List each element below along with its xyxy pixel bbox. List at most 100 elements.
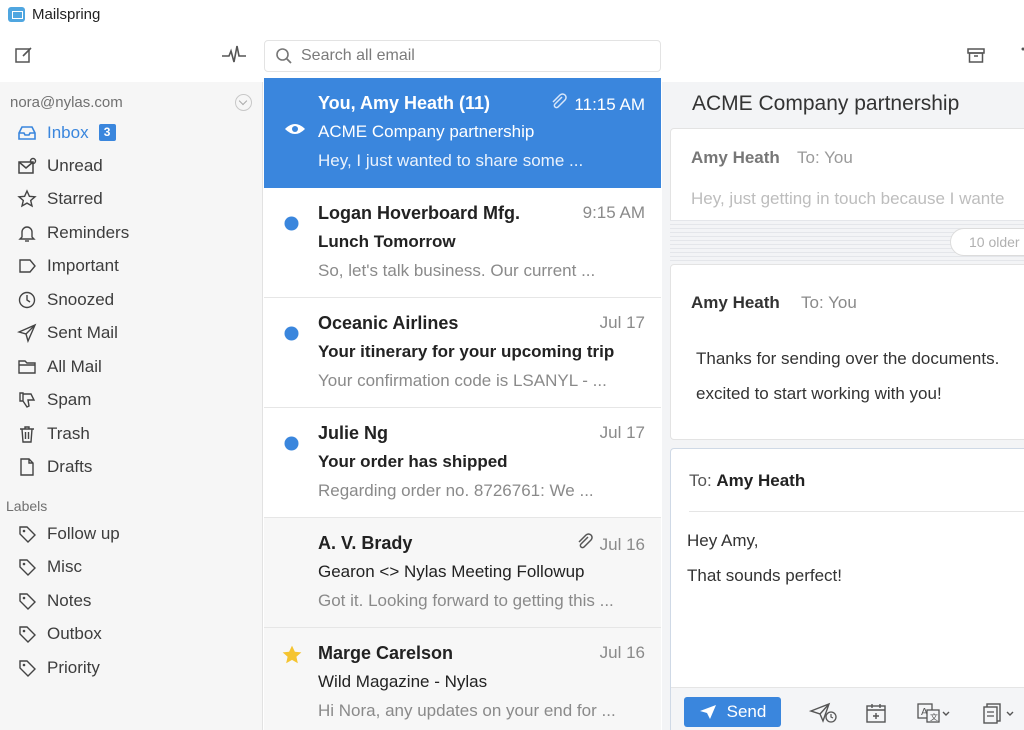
composer-body-line[interactable]: Hey Amy,	[687, 531, 758, 551]
paperclip-icon	[550, 93, 568, 116]
thread-row[interactable]: Julie Ng Jul 17 Your order has shipped R…	[264, 408, 661, 518]
templates-icon[interactable]	[982, 701, 1022, 725]
composer-to-field[interactable]: To: Amy Heath	[689, 471, 805, 491]
sidebar-item-spam[interactable]: Spam	[0, 383, 262, 416]
thread-snippet: Your confirmation code is LSANYL - ...	[318, 371, 607, 390]
sidebar-label-follow-up[interactable]: Follow up	[0, 517, 262, 550]
thread-sender: Oceanic Airlines	[318, 313, 459, 333]
thread-date: 11:15 AM	[550, 93, 645, 116]
thread-row[interactable]: Logan Hoverboard Mfg. 9:15 AM Lunch Tomo…	[264, 188, 661, 298]
message-preview: Hey, just getting in touch because I wan…	[691, 189, 1005, 208]
app-logo-icon	[8, 6, 25, 22]
recipient-token[interactable]: Amy Heath	[716, 471, 805, 490]
draft-icon	[16, 456, 38, 478]
sidebar-item-important[interactable]: Important	[0, 249, 262, 282]
star-icon	[16, 188, 38, 210]
reading-pane: ACME Company partnership Amy Heath To: Y…	[662, 82, 1024, 730]
collapse-chevron-icon[interactable]	[235, 94, 252, 111]
thread-date: Jul 17	[599, 423, 645, 442]
older-messages-button[interactable]: 10 older m	[950, 228, 1024, 256]
unread-icon	[16, 155, 38, 177]
sidebar-label-notes[interactable]: Notes	[0, 584, 262, 617]
thread-sender: You, Amy Heath (11)	[318, 93, 491, 113]
bell-icon	[16, 222, 38, 244]
composer-footer: Send A文	[671, 687, 1024, 730]
thread-date: Jul 17	[599, 313, 645, 332]
starred-icon[interactable]	[281, 644, 303, 666]
message-sender: Amy Heath	[691, 148, 780, 167]
thumbs-down-icon	[16, 389, 38, 411]
sidebar-label-misc[interactable]: Misc	[0, 550, 262, 583]
thread-sender: Marge Carelson	[318, 643, 454, 663]
thread-row-selected[interactable]: You, Amy Heath (11) 11:15 AM ACME Compan…	[264, 78, 661, 188]
tag-icon	[16, 590, 38, 612]
sidebar-item-label: Snoozed	[47, 289, 115, 309]
account-email: nora@nylas.com	[10, 94, 123, 111]
app-title: Mailspring	[32, 5, 101, 23]
sidebar-item-starred[interactable]: Starred	[0, 182, 262, 215]
collapsed-message[interactable]: Amy Heath To: You Hey, just getting in t…	[670, 128, 1024, 230]
paper-plane-icon	[16, 322, 38, 344]
sidebar-item-label: Trash	[47, 423, 90, 443]
sidebar-item-label: Inbox	[47, 122, 89, 142]
clock-icon	[16, 289, 38, 311]
important-tag-icon	[16, 255, 38, 277]
send-icon	[699, 705, 716, 719]
thread-row[interactable]: Oceanic Airlines Jul 17 Your itinerary f…	[264, 298, 661, 408]
thread-sender: Julie Ng	[318, 423, 389, 443]
sidebar-item-all-mail[interactable]: All Mail	[0, 350, 262, 383]
sidebar-item-unread[interactable]: Unread	[0, 149, 262, 182]
message-subject: ACME Company partnership	[692, 92, 960, 115]
message-recipient: To: You	[797, 148, 853, 167]
sidebar: nora@nylas.com Inbox 3 Unread Starred Re…	[0, 82, 263, 730]
sidebar-item-label: Unread	[47, 155, 103, 175]
search-input[interactable]	[301, 47, 641, 65]
sidebar-label-outbox[interactable]: Outbox	[0, 617, 262, 650]
sidebar-item-label: Spam	[47, 389, 92, 409]
search-icon	[276, 48, 292, 64]
thread-row[interactable]: Marge Carelson Jul 16 Wild Magazine - Ny…	[264, 628, 661, 730]
thread-subject: Lunch Tomorrow	[318, 232, 456, 251]
eye-icon	[284, 122, 306, 136]
sidebar-item-reminders[interactable]: Reminders	[0, 216, 262, 249]
sidebar-label-priority[interactable]: Priority	[0, 651, 262, 684]
sidebar-item-label: Misc	[47, 556, 82, 576]
compose-icon[interactable]	[14, 45, 34, 65]
translate-icon[interactable]: A文	[916, 701, 956, 725]
reply-composer: To: Amy Heath Hey Amy, That sounds perfe…	[670, 448, 1024, 730]
unread-count-badge: 3	[98, 124, 116, 141]
thread-date: Jul 16	[599, 643, 645, 662]
title-bar: Mailspring	[0, 0, 1024, 28]
sidebar-item-label: Sent Mail	[47, 322, 118, 342]
send-later-icon[interactable]	[808, 701, 837, 725]
tag-icon	[16, 523, 38, 545]
sidebar-item-snoozed[interactable]: Snoozed	[0, 283, 262, 316]
thread-snippet: So, let's talk business. Our current ...	[318, 261, 596, 280]
thread-list: You, Amy Heath (11) 11:15 AM ACME Compan…	[264, 78, 661, 730]
tag-icon	[16, 657, 38, 679]
unread-dot-icon	[284, 436, 299, 451]
folder-icon	[16, 356, 38, 378]
composer-body-line[interactable]: That sounds perfect!	[687, 566, 842, 586]
unread-dot-icon	[284, 326, 299, 341]
sidebar-item-label: Reminders	[47, 222, 130, 242]
sidebar-item-label: Priority	[47, 657, 100, 677]
thread-date: Jul 16	[576, 533, 645, 556]
sidebar-item-trash[interactable]: Trash	[0, 417, 262, 450]
sidebar-item-sent-mail[interactable]: Sent Mail	[0, 316, 262, 349]
activity-icon[interactable]	[221, 42, 247, 68]
message-sender[interactable]: Amy Heath	[691, 293, 780, 313]
sidebar-item-inbox[interactable]: Inbox 3	[0, 116, 262, 149]
message-body-line: excited to start working with you!	[696, 384, 942, 403]
inbox-icon	[16, 122, 38, 144]
thread-row[interactable]: A. V. Brady Jul 16 Gearon <> Nylas Meeti…	[264, 518, 661, 628]
thread-snippet: Got it. Looking forward to getting this …	[318, 591, 614, 610]
archive-icon[interactable]	[966, 45, 986, 65]
older-messages-divider: 10 older m	[670, 220, 1024, 264]
sidebar-item-drafts[interactable]: Drafts	[0, 450, 262, 483]
more-icon[interactable]	[1018, 45, 1024, 65]
calendar-icon[interactable]	[864, 701, 890, 725]
send-button[interactable]: Send	[684, 697, 781, 727]
search-bar[interactable]	[264, 40, 661, 72]
thread-snippet: Regarding order no. 8726761: We ...	[318, 481, 594, 500]
